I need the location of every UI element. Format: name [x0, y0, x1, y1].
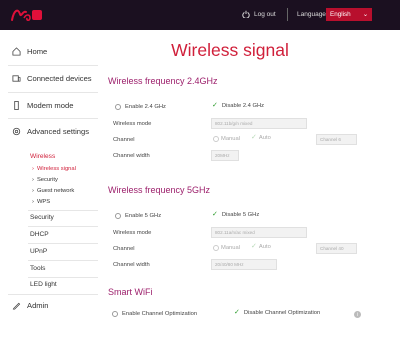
divider — [8, 294, 98, 295]
sidebar-item-label: Admin — [27, 301, 49, 310]
select-value: 20MHz — [215, 153, 230, 158]
radio-label: Manual — [221, 136, 241, 142]
logout-button[interactable]: Log out — [242, 10, 276, 18]
radio-label: Disable 5 GHz — [221, 212, 260, 218]
wireless-mode-5-select[interactable]: 802.11a/n/ac mixed — [211, 227, 307, 238]
section-title-smart-wifi: Smart WiFi — [108, 287, 153, 297]
channel-width-5-select[interactable]: 20/40/80 MHz — [211, 259, 277, 270]
radio-label: Enable Channel Optimization — [122, 311, 198, 317]
radio-label: Manual — [221, 245, 241, 251]
select-value: 20/40/80 MHz — [215, 262, 244, 267]
radio-label: Auto — [258, 135, 271, 141]
channel-5-select[interactable]: Channel 40 — [316, 243, 357, 254]
select-value: 802.11b/g/n mixed — [215, 121, 253, 126]
channel-width-2-4-select[interactable]: 20MHz — [211, 150, 239, 161]
home-icon — [12, 47, 21, 56]
virgin-media-logo[interactable] — [8, 4, 44, 26]
devices-icon — [12, 75, 21, 82]
channel-width-label: Channel width — [113, 153, 150, 159]
sidebar-subitem-security[interactable]: Security — [32, 177, 58, 183]
divider — [8, 65, 98, 66]
channel-manual-radio[interactable]: Manual — [213, 245, 240, 251]
channel-auto-radio[interactable]: ✓ Auto — [251, 243, 271, 250]
check-icon: ✓ — [234, 309, 240, 316]
radio-label: Enable 2.4 GHz — [125, 104, 166, 110]
sidebar-item-connected-devices[interactable]: Connected devices — [12, 74, 92, 83]
channel-label: Channel — [113, 246, 135, 252]
radio-circle — [213, 245, 219, 251]
sidebar-item-upnp[interactable]: UPnP — [30, 248, 47, 255]
sidebar-subitem-wps[interactable]: WPS — [32, 199, 50, 205]
sidebar-item-wireless[interactable]: Wireless — [30, 153, 55, 160]
channel-manual-radio[interactable]: Manual — [213, 136, 240, 142]
pencil-icon — [12, 302, 21, 310]
modem-icon — [14, 101, 19, 110]
radio-circle — [115, 213, 121, 219]
divider — [28, 260, 98, 261]
radio-label: Enable 5 GHz — [125, 213, 162, 219]
select-value: Channel 6 — [320, 137, 341, 142]
sidebar-subitem-guest-network[interactable]: Guest network — [32, 188, 74, 194]
divider — [8, 118, 98, 119]
language-value: English — [330, 11, 351, 18]
sidebar-item-home[interactable]: Home — [12, 47, 47, 56]
wireless-mode-2-4-select[interactable]: 802.11b/g/n mixed — [211, 118, 307, 129]
disable-5ghz-radio[interactable]: ✓ Disable 5 GHz — [212, 211, 260, 218]
radio-circle — [115, 104, 121, 110]
info-icon[interactable]: i — [354, 311, 361, 318]
chevron-down-icon: ⌄ — [362, 11, 368, 18]
sidebar-item-advanced-settings[interactable]: Advanced settings — [12, 127, 89, 136]
channel-width-label: Channel width — [113, 262, 150, 268]
sidebar-subitem-wireless-signal[interactable]: Wireless signal — [32, 166, 76, 172]
sidebar: Home Connected devices Modem mode Advanc… — [0, 30, 100, 342]
sidebar-item-security[interactable]: Security — [30, 214, 54, 221]
check-icon: ✓ — [251, 134, 257, 141]
sidebar-item-label: Advanced settings — [27, 127, 90, 136]
enable-5ghz-radio[interactable]: Enable 5 GHz — [115, 213, 161, 219]
sidebar-item-label: Connected devices — [27, 74, 92, 83]
sidebar-item-label: Home — [27, 47, 48, 56]
section-title-2-4ghz: Wireless frequency 2.4GHz — [108, 76, 218, 86]
sidebar-item-label: Modem mode — [27, 101, 74, 110]
divider — [8, 92, 98, 93]
disable-2-4ghz-radio[interactable]: ✓ Disable 2.4 GHz — [212, 102, 265, 109]
divider — [28, 277, 98, 278]
radio-circle — [213, 136, 219, 142]
divider — [28, 243, 98, 244]
check-icon: ✓ — [212, 102, 218, 109]
top-bar: Log out Language English ⌄ — [0, 0, 400, 30]
divider — [28, 210, 98, 211]
channel-auto-radio[interactable]: ✓ Auto — [251, 134, 271, 141]
enable-2-4ghz-radio[interactable]: Enable 2.4 GHz — [115, 104, 166, 110]
select-value: 802.11a/n/ac mixed — [215, 230, 255, 235]
select-value: Channel 40 — [320, 246, 344, 251]
language-select[interactable]: English ⌄ — [326, 8, 372, 21]
radio-circle — [112, 311, 118, 317]
disable-channel-optimization-radio[interactable]: ✓ Disable Channel Optimization — [234, 309, 321, 316]
sidebar-item-admin[interactable]: Admin — [12, 301, 49, 310]
language-label: Language — [297, 11, 326, 18]
section-title-5ghz: Wireless frequency 5GHz — [108, 185, 211, 195]
radio-label: Disable Channel Optimization — [243, 310, 321, 316]
logout-label: Log out — [254, 10, 276, 18]
gear-icon — [12, 127, 21, 136]
channel-2-4-select[interactable]: Channel 6 — [316, 134, 357, 145]
sidebar-item-tools[interactable]: Tools — [30, 265, 45, 272]
wireless-mode-label: Wireless mode — [113, 121, 152, 127]
sidebar-item-led-light[interactable]: LED light — [30, 281, 57, 288]
wireless-mode-label: Wireless mode — [113, 230, 152, 236]
channel-label: Channel — [113, 137, 135, 143]
sidebar-item-dhcp[interactable]: DHCP — [30, 231, 49, 238]
enable-channel-optimization-radio[interactable]: Enable Channel Optimization — [112, 311, 197, 317]
check-icon: ✓ — [251, 243, 257, 250]
radio-label: Auto — [258, 244, 271, 250]
check-icon: ✓ — [212, 211, 218, 218]
page-title: Wireless signal — [171, 40, 289, 60]
sidebar-item-modem-mode[interactable]: Modem mode — [12, 101, 73, 110]
power-icon — [242, 10, 250, 18]
radio-label: Disable 2.4 GHz — [221, 103, 265, 109]
divider — [28, 226, 98, 227]
header-divider — [287, 8, 288, 21]
